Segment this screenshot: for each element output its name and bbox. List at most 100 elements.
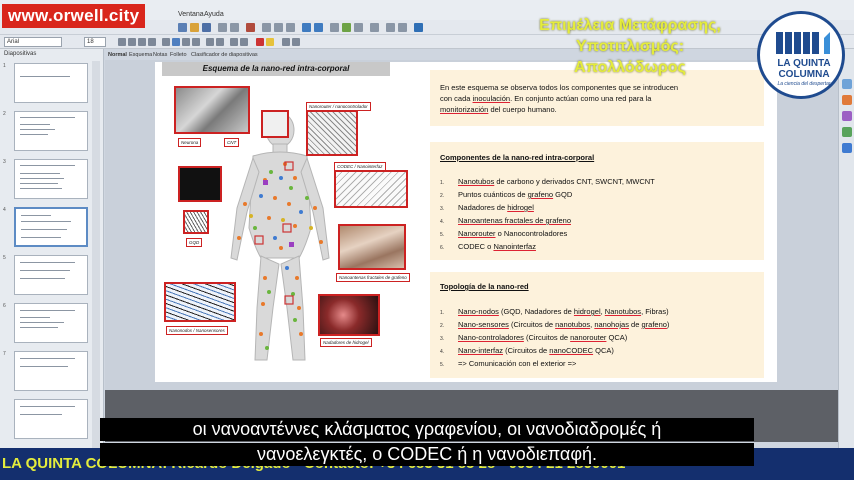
font-name-field[interactable]: Arial — [4, 37, 62, 47]
copy-icon[interactable] — [274, 23, 283, 32]
shadow-icon[interactable] — [148, 38, 156, 46]
topology-heading: Topología de la nano-red — [440, 282, 529, 291]
image-icon[interactable] — [354, 23, 363, 32]
font-color-icon[interactable] — [256, 38, 264, 46]
underline-icon[interactable] — [138, 38, 146, 46]
components-heading: Componentes de la nano-red intra-corpora… — [440, 153, 595, 162]
print-icon[interactable] — [218, 23, 227, 32]
sidebar-right — [838, 49, 854, 480]
logo-name-line-2: COLUMNA — [778, 69, 830, 80]
website-watermark: www.orwell.city — [2, 4, 146, 28]
component-item: Nanorouter o Nanocontroladores — [458, 229, 568, 238]
gqd-scan-image — [178, 166, 222, 202]
tab-esquema[interactable]: Esquema — [129, 52, 152, 58]
component-item: Nanoantenas fractales de grafeno — [458, 216, 571, 225]
align-left-icon[interactable] — [162, 38, 170, 46]
logo-name-line-1: LA QUINTA — [777, 58, 831, 69]
menu-item-ayuda[interactable]: Ayuda — [204, 11, 224, 18]
topology-panel: Topología de la nano-red 1. Nano-nodos (… — [430, 272, 764, 378]
redo-icon[interactable] — [314, 23, 323, 32]
indent-icon[interactable] — [230, 38, 238, 46]
subtitle-line-2: νανοελεγκτές, ο CODEC ή η νανοδιεπαφή. — [100, 443, 754, 466]
layout-icon[interactable] — [398, 23, 407, 32]
navigator-icon[interactable] — [842, 143, 852, 153]
decrease-font-icon[interactable] — [292, 38, 300, 46]
save-icon[interactable] — [202, 23, 211, 32]
app-window: Ventana Ayuda Arial 18 www.orwell.city D… — [0, 0, 854, 480]
credits-line-3: Απολλόδωρος — [574, 59, 686, 76]
slide-icon[interactable] — [386, 23, 395, 32]
highlight-icon[interactable] — [266, 38, 274, 46]
slides-panel-title: Diapositivas — [4, 51, 37, 57]
align-center-icon[interactable] — [172, 38, 180, 46]
open-icon[interactable] — [190, 23, 199, 32]
tab-folleto[interactable]: Folleto — [170, 52, 187, 58]
slide-number: 5 — [3, 255, 6, 261]
slide-number: 2 — [3, 111, 6, 117]
intro-panel: En este esquema se observa todos los com… — [430, 70, 764, 126]
nanoantenas-image — [338, 224, 406, 270]
numbering-icon[interactable] — [216, 38, 224, 46]
slide-thumbnail[interactable] — [14, 111, 88, 151]
gqd-image — [183, 210, 209, 234]
slide-number: 1 — [3, 63, 6, 69]
outdent-icon[interactable] — [240, 38, 248, 46]
tab-clasificador[interactable]: Clasificador de diapositivas — [191, 52, 258, 58]
slides-scrollbar[interactable] — [92, 61, 100, 471]
tab-notas[interactable]: Notas — [153, 52, 167, 58]
cut-icon[interactable] — [262, 23, 271, 32]
slide-transition-icon[interactable] — [842, 95, 852, 105]
component-item: Nadadores de hidrogel — [458, 203, 534, 212]
chart-icon[interactable] — [342, 23, 351, 32]
italic-icon[interactable] — [128, 38, 136, 46]
undo-icon[interactable] — [302, 23, 311, 32]
slide-thumbnail[interactable] — [14, 351, 88, 391]
intro-line-1: En este esquema se observa todos los com… — [440, 83, 679, 92]
neurona-label: Neurona — [178, 138, 202, 147]
font-size-field[interactable]: 18 — [84, 37, 106, 47]
justify-icon[interactable] — [192, 38, 200, 46]
intro-line-2: con cada inoculación. En conjunto actúan… — [440, 94, 652, 103]
slide-thumbnail[interactable] — [14, 255, 88, 295]
slide-number: 6 — [3, 303, 6, 309]
component-item: Puntos cuánticos de grafeno GQD — [458, 190, 573, 199]
intro-line-3: monitorización del cuerpo humano. — [440, 105, 557, 114]
slide-thumbnail-selected[interactable] — [14, 207, 88, 247]
codec-image — [334, 170, 408, 208]
paste-icon[interactable] — [286, 23, 295, 32]
intro-text: En este esquema se observa todos los com… — [440, 82, 760, 115]
slide-thumbnail[interactable] — [14, 159, 88, 199]
gqd-label: GQD — [186, 238, 203, 247]
gallery-icon[interactable] — [842, 127, 852, 137]
new-icon[interactable] — [178, 23, 187, 32]
shape-icon[interactable] — [370, 23, 379, 32]
nadadores-image — [318, 294, 380, 336]
nanonodos-label: Nanonodos / Nanosensores — [166, 326, 228, 335]
slide-thumbnail[interactable] — [14, 399, 88, 439]
bold-icon[interactable] — [118, 38, 126, 46]
help-icon[interactable] — [414, 23, 423, 32]
increase-font-icon[interactable] — [282, 38, 290, 46]
spellcheck-icon[interactable] — [246, 23, 255, 32]
animation-icon[interactable] — [842, 111, 852, 121]
tab-normal[interactable]: Normal — [108, 52, 127, 58]
credits-line-1: Επιμέλεια Μετάφρασης, — [539, 17, 721, 34]
align-right-icon[interactable] — [182, 38, 190, 46]
table-icon[interactable] — [330, 23, 339, 32]
bullets-icon[interactable] — [206, 38, 214, 46]
components-panel: Componentes de la nano-red intra-corpora… — [430, 142, 764, 260]
menu-item-ventana[interactable]: Ventana — [178, 11, 204, 18]
la-quinta-columna-logo: LA QUINTA COLUMNA La ciencia del despert… — [757, 11, 845, 99]
topology-item: Nano-controladores (Circuitos de nanorou… — [458, 333, 628, 342]
slide-number: 3 — [3, 159, 6, 165]
neurona-image — [174, 86, 250, 134]
brain-node-image — [261, 110, 289, 138]
slides-panel: Diapositivas 1 2 3 4 5 6 7 — [0, 49, 104, 480]
diagram-title: Esquema de la nano-red intra-corporal — [162, 62, 390, 76]
slide-thumbnail[interactable] — [14, 63, 88, 103]
topology-item: Nano-nodos (GQD, Nadadores de hidrogel, … — [458, 307, 669, 316]
subtitle-line-1: οι νανοαντέννες κλάσματος γραφενίου, οι … — [100, 418, 754, 441]
preview-icon[interactable] — [230, 23, 239, 32]
slide-thumbnail[interactable] — [14, 303, 88, 343]
nanorouter-image — [306, 110, 358, 156]
